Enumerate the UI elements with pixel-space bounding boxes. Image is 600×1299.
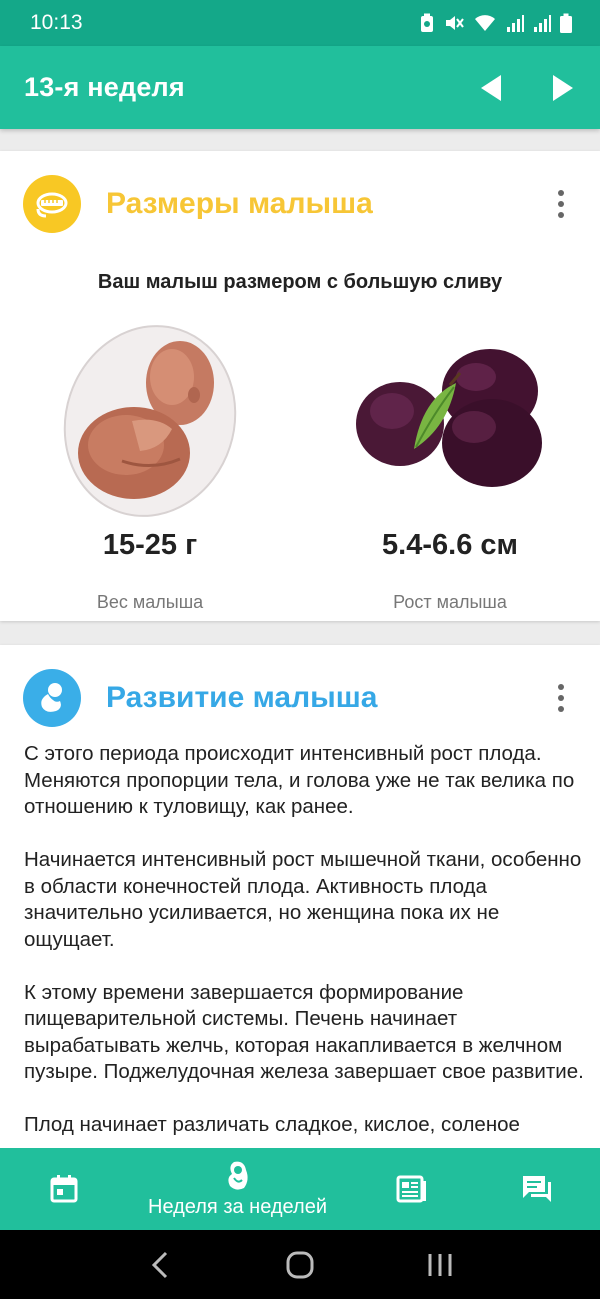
week-nav [478,73,576,103]
signal-icon [533,13,551,33]
development-paragraph: С этого периода происходит интенсивный р… [24,742,575,818]
battery-saver-icon [419,13,435,33]
fetus-nav-icon [227,1161,248,1190]
nav-articles[interactable] [384,1148,440,1230]
triangle-left-icon [481,74,501,101]
next-week-button[interactable] [550,73,576,103]
battery-icon [560,13,572,33]
fetus-icon [23,669,81,727]
nav-week-by-week-label: Неделя за неделей [148,1195,327,1218]
recents-button[interactable] [420,1245,460,1285]
baby-length-value: 5.4-6.6 см [382,529,518,561]
baby-length-label: Рост малыша [393,592,507,612]
fetus-illustration [62,321,240,521]
app-bar: 13-я неделя [0,46,600,129]
chat-icon [523,1176,551,1202]
size-comparison-text: Ваш малыш размером с большую сливу [97,271,503,293]
system-nav-bar [0,1230,600,1299]
status-icons [419,13,572,33]
bottom-nav: Неделя за неделей [0,1148,600,1230]
baby-development-title: Развитие малыша [106,681,378,714]
menu-dot [558,201,564,207]
status-bar: 10:13 [0,0,600,46]
development-paragraph: К этому времени завершается формирование… [24,980,584,1084]
wifi-icon [473,13,497,33]
baby-development-header: Развитие малыша [23,668,577,728]
menu-dot [558,684,564,690]
menu-dot [558,706,564,712]
home-icon [286,1251,314,1278]
development-text: С этого периода происходит интенсивный р… [24,741,584,1148]
menu-dot [558,212,564,218]
menu-dot [558,190,564,196]
development-paragraph: Начинается интенсивный рост мышечной тка… [24,848,582,951]
baby-weight-label: Вес малыша [96,592,204,612]
previous-week-button[interactable] [478,73,504,103]
nav-chat[interactable] [509,1148,565,1230]
baby-development-menu-button[interactable] [551,678,571,718]
triangle-right-icon [553,74,573,101]
menu-dot [558,695,564,701]
baby-size-menu-button[interactable] [551,184,571,224]
baby-weight-value: 15-25 г [102,529,198,561]
status-time: 10:13 [30,11,83,34]
development-paragraph: Плод начинает различать сладкое, кислое,… [24,1113,520,1136]
week-title: 13-я неделя [24,72,185,102]
back-icon [151,1251,168,1278]
baby-size-title: Размеры малыша [106,187,373,220]
article-icon [396,1175,426,1203]
baby-size-card: Размеры малыша Ваш малыш размером с боль… [0,151,600,621]
week-content[interactable]: Размеры малыша Ваш малыш размером с боль… [0,129,600,1148]
plums-illustration [352,339,544,489]
signal-icon [506,13,524,33]
calendar-icon [50,1175,78,1203]
home-button[interactable] [280,1245,320,1285]
nav-week-by-week[interactable]: Неделя за неделей [130,1148,345,1230]
tape-measure-icon [23,175,81,233]
nav-calendar[interactable] [36,1148,92,1230]
recents-icon [428,1253,452,1276]
mute-icon [444,13,464,33]
baby-development-card: Развитие малыша С этого периода происход… [0,645,600,1148]
baby-size-header: Размеры малыша [23,174,577,234]
back-button[interactable] [140,1245,180,1285]
